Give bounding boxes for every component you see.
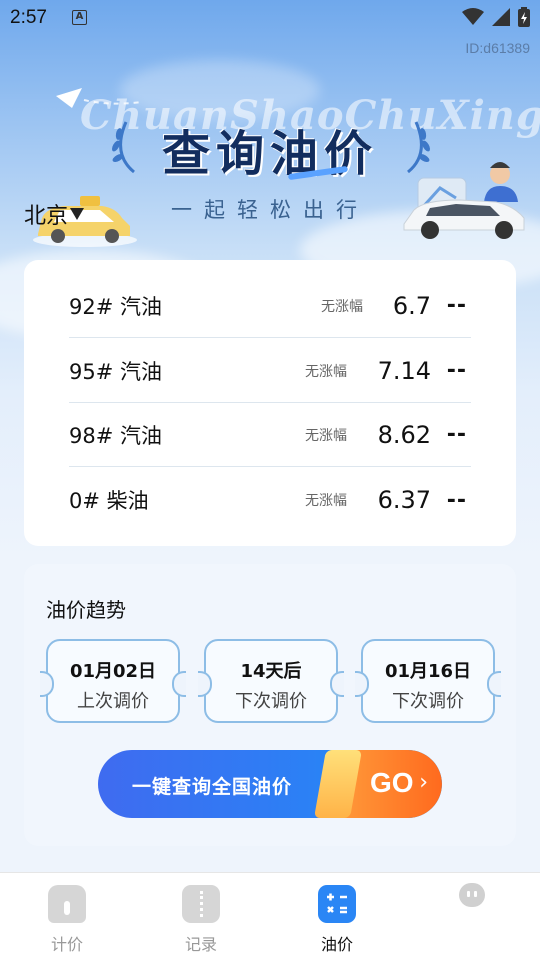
- ticket-caption: 下次调价: [235, 691, 307, 712]
- nav-label: 油价: [320, 935, 353, 954]
- wifi-icon: [462, 8, 484, 25]
- notification-icon: A: [72, 10, 87, 25]
- ticket-date: 01月02日: [69, 661, 157, 682]
- fuel-price-card: 92# 汽油 无涨幅 6.7 -- 95# 汽油 无涨幅 7.14 -- 98#…: [24, 260, 516, 546]
- calculator-icon: [318, 885, 356, 923]
- ticket-caption: 上次调价: [77, 691, 149, 712]
- price-row-diesel[interactable]: 0# 柴油 无涨幅 6.37 --: [69, 468, 471, 532]
- price-trend-card: 油价趋势 01月02日 上次调价 14天后 下次调价 01月16日 下次调价 一…: [24, 564, 516, 846]
- status-bar: 2:57 A: [0, 0, 540, 40]
- next-adjust-ticket: 01月16日 下次调价: [355, 639, 501, 723]
- fuel-name: 0# 柴油: [69, 489, 149, 513]
- countdown-ticket: 14天后 下次调价: [198, 639, 344, 723]
- query-national-price-button[interactable]: 一键查询全国油价 GO ›: [98, 750, 442, 818]
- go-label: GO: [370, 767, 414, 798]
- price-trend: --: [446, 487, 467, 513]
- city-name: 北京: [24, 204, 69, 229]
- price-row-95[interactable]: 95# 汽油 无涨幅 7.14 --: [69, 339, 471, 403]
- price-change: 无涨幅: [321, 298, 363, 315]
- chevron-right-icon: ›: [419, 770, 428, 795]
- price-value: 6.7: [392, 291, 431, 320]
- price-row-98[interactable]: 98# 汽油 无涨幅 8.62 --: [69, 403, 471, 467]
- price-change: 无涨幅: [305, 363, 347, 380]
- ticket-caption: 下次调价: [392, 691, 464, 712]
- caret-down-icon: [70, 208, 85, 220]
- nav-label: 计价: [50, 935, 83, 954]
- go-badge: GO ›: [338, 750, 442, 818]
- nav-tab-records[interactable]: 记录: [161, 885, 241, 955]
- price-value: 8.62: [377, 420, 431, 449]
- home-icon: [48, 885, 86, 923]
- last-adjust-ticket: 01月02日 上次调价: [40, 639, 186, 723]
- fuel-name: 95# 汽油: [69, 359, 162, 384]
- trend-title: 油价趋势: [46, 598, 126, 622]
- ticket-date: 01月16日: [384, 661, 472, 682]
- battery-icon: [518, 7, 530, 27]
- price-trend: --: [446, 293, 467, 318]
- ticket-date: 14天后: [240, 661, 302, 682]
- price-row-92[interactable]: 92# 汽油 无涨幅 6.7 --: [69, 274, 471, 338]
- nav-tab-oil-price[interactable]: 油价: [297, 885, 377, 955]
- price-trend: --: [446, 358, 467, 383]
- car-illustration: [403, 162, 525, 239]
- fuel-name: 98# 汽油: [69, 423, 162, 448]
- ticket-icon: [182, 885, 220, 923]
- query-button-label: 一键查询全国油价: [132, 776, 293, 798]
- price-trend: --: [446, 422, 467, 447]
- price-value: 7.14: [377, 356, 431, 385]
- fuel-name: 92# 汽油: [69, 294, 162, 319]
- nav-tab-pricing[interactable]: 计价: [27, 885, 107, 955]
- nav-label: 记录: [184, 935, 217, 954]
- signal-icon: [492, 8, 510, 26]
- price-value: 6.37: [377, 486, 431, 514]
- price-change: 无涨幅: [305, 493, 347, 509]
- status-time: 2:57: [10, 7, 47, 28]
- city-selector[interactable]: 北京: [24, 198, 85, 230]
- robot-icon[interactable]: [459, 883, 485, 907]
- price-change: 无涨幅: [305, 427, 347, 444]
- bottom-navigation: 计价 记录 油价: [0, 872, 540, 960]
- status-icons: [462, 7, 530, 27]
- device-id: ID:d61389: [465, 40, 530, 56]
